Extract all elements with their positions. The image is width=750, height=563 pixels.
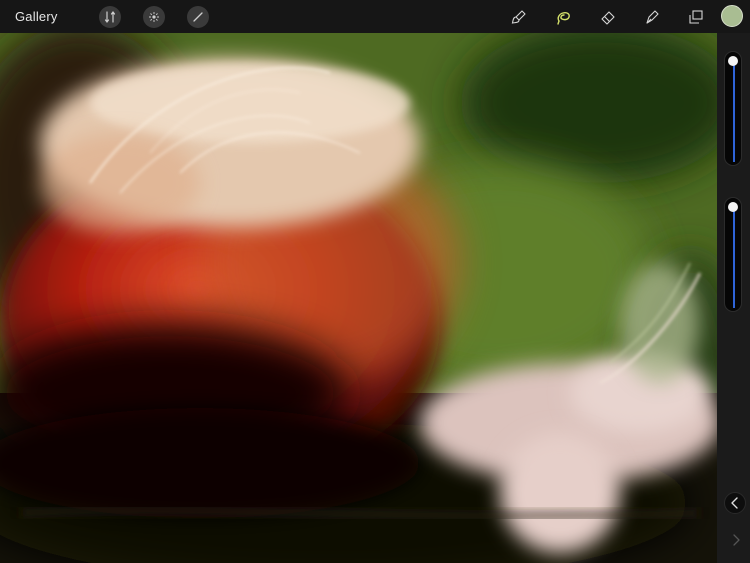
top-toolbar: Gallery: [0, 0, 750, 33]
opacity-thumb[interactable]: [728, 202, 738, 212]
redo-button[interactable]: [728, 531, 744, 549]
opacity-track: [733, 210, 735, 308]
eraser-icon: [601, 11, 615, 25]
brush-size-thumb[interactable]: [728, 56, 738, 66]
artwork-painting: [0, 33, 717, 563]
gallery-button[interactable]: Gallery: [15, 9, 58, 24]
brush-size-track: [733, 64, 735, 162]
magic-wand-icon: [149, 12, 159, 22]
opacity-slider[interactable]: [724, 197, 742, 312]
color-swatch[interactable]: [721, 5, 743, 27]
pen-tool[interactable]: [642, 7, 662, 27]
layers-icon: [689, 10, 703, 24]
chevron-left-icon: [731, 497, 738, 509]
brush-size-slider[interactable]: [724, 51, 742, 166]
smudge-icon: [557, 12, 570, 25]
brush-tool[interactable]: [509, 7, 529, 27]
wrench-icon: [104, 11, 116, 23]
brush-icon: [511, 10, 526, 24]
pen-nib-icon: [646, 10, 659, 24]
chevron-right-icon: [733, 534, 740, 546]
layers-tool[interactable]: [686, 7, 706, 27]
undo-button[interactable]: [724, 492, 746, 514]
adjustments-button[interactable]: [143, 6, 165, 28]
eraser-tool[interactable]: [598, 7, 618, 27]
transform-button[interactable]: [187, 6, 209, 28]
cursor-arrow-icon: [193, 12, 203, 22]
actions-button[interactable]: [99, 6, 121, 28]
smudge-tool[interactable]: [554, 7, 574, 27]
painting-canvas[interactable]: [0, 33, 717, 563]
